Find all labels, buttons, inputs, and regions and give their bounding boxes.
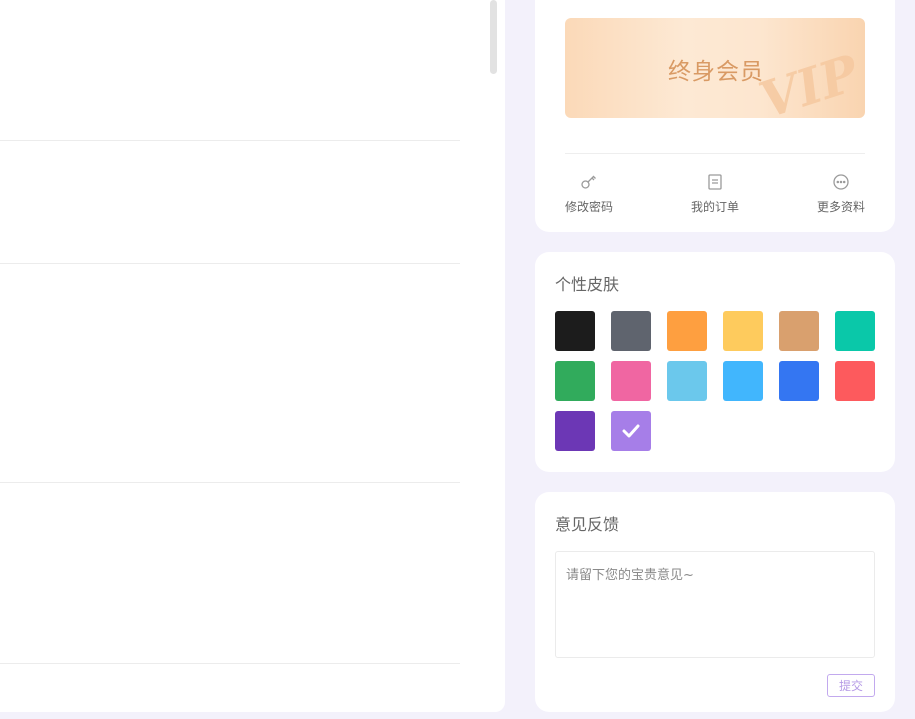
skin-card: 个性皮肤 <box>535 252 895 472</box>
change-password-label: 修改密码 <box>564 200 613 214</box>
skin-swatch[interactable] <box>667 361 707 401</box>
skin-swatch[interactable] <box>779 311 819 351</box>
skin-swatch[interactable] <box>723 361 763 401</box>
list-divider <box>0 263 460 264</box>
list-divider <box>0 140 460 141</box>
feedback-title: 意见反馈 <box>555 515 620 534</box>
skin-swatch[interactable] <box>555 411 595 451</box>
skin-swatch[interactable] <box>723 311 763 351</box>
vip-watermark: VIP <box>752 43 865 118</box>
submit-button[interactable]: 提交 <box>827 674 875 697</box>
change-password-button[interactable]: 修改密码 <box>549 173 629 215</box>
skin-swatch[interactable] <box>835 361 875 401</box>
content-panel <box>0 0 505 712</box>
check-icon <box>622 424 640 438</box>
my-orders-label: 我的订单 <box>690 200 739 214</box>
vip-banner[interactable]: 终身会员 VIP <box>565 18 865 118</box>
skin-swatch[interactable] <box>779 361 819 401</box>
profile-divider <box>565 153 865 154</box>
more-info-button[interactable]: 更多资料 <box>801 173 881 215</box>
content-scrollbar[interactable] <box>490 0 497 74</box>
vip-title: 终身会员 <box>668 59 764 85</box>
skin-swatch[interactable] <box>611 361 651 401</box>
more-icon <box>833 174 849 190</box>
skin-swatch[interactable] <box>611 311 651 351</box>
skin-swatch[interactable] <box>667 311 707 351</box>
bottom-bar <box>0 712 915 719</box>
list-divider <box>0 482 460 483</box>
profile-card: 终身会员 VIP 修改密码 我的订单 更多资料 <box>535 0 895 232</box>
feedback-card: 意见反馈 提交 <box>535 492 895 712</box>
list-divider <box>0 663 460 664</box>
skin-swatch[interactable] <box>555 311 595 351</box>
skin-swatch[interactable] <box>611 411 651 451</box>
skin-swatch[interactable] <box>835 311 875 351</box>
skin-swatch[interactable] <box>555 361 595 401</box>
my-orders-button[interactable]: 我的订单 <box>675 173 755 215</box>
more-info-label: 更多资料 <box>816 200 865 214</box>
skin-title: 个性皮肤 <box>555 275 620 294</box>
key-icon <box>581 175 596 189</box>
order-icon <box>708 174 722 190</box>
feedback-input[interactable] <box>555 551 875 658</box>
